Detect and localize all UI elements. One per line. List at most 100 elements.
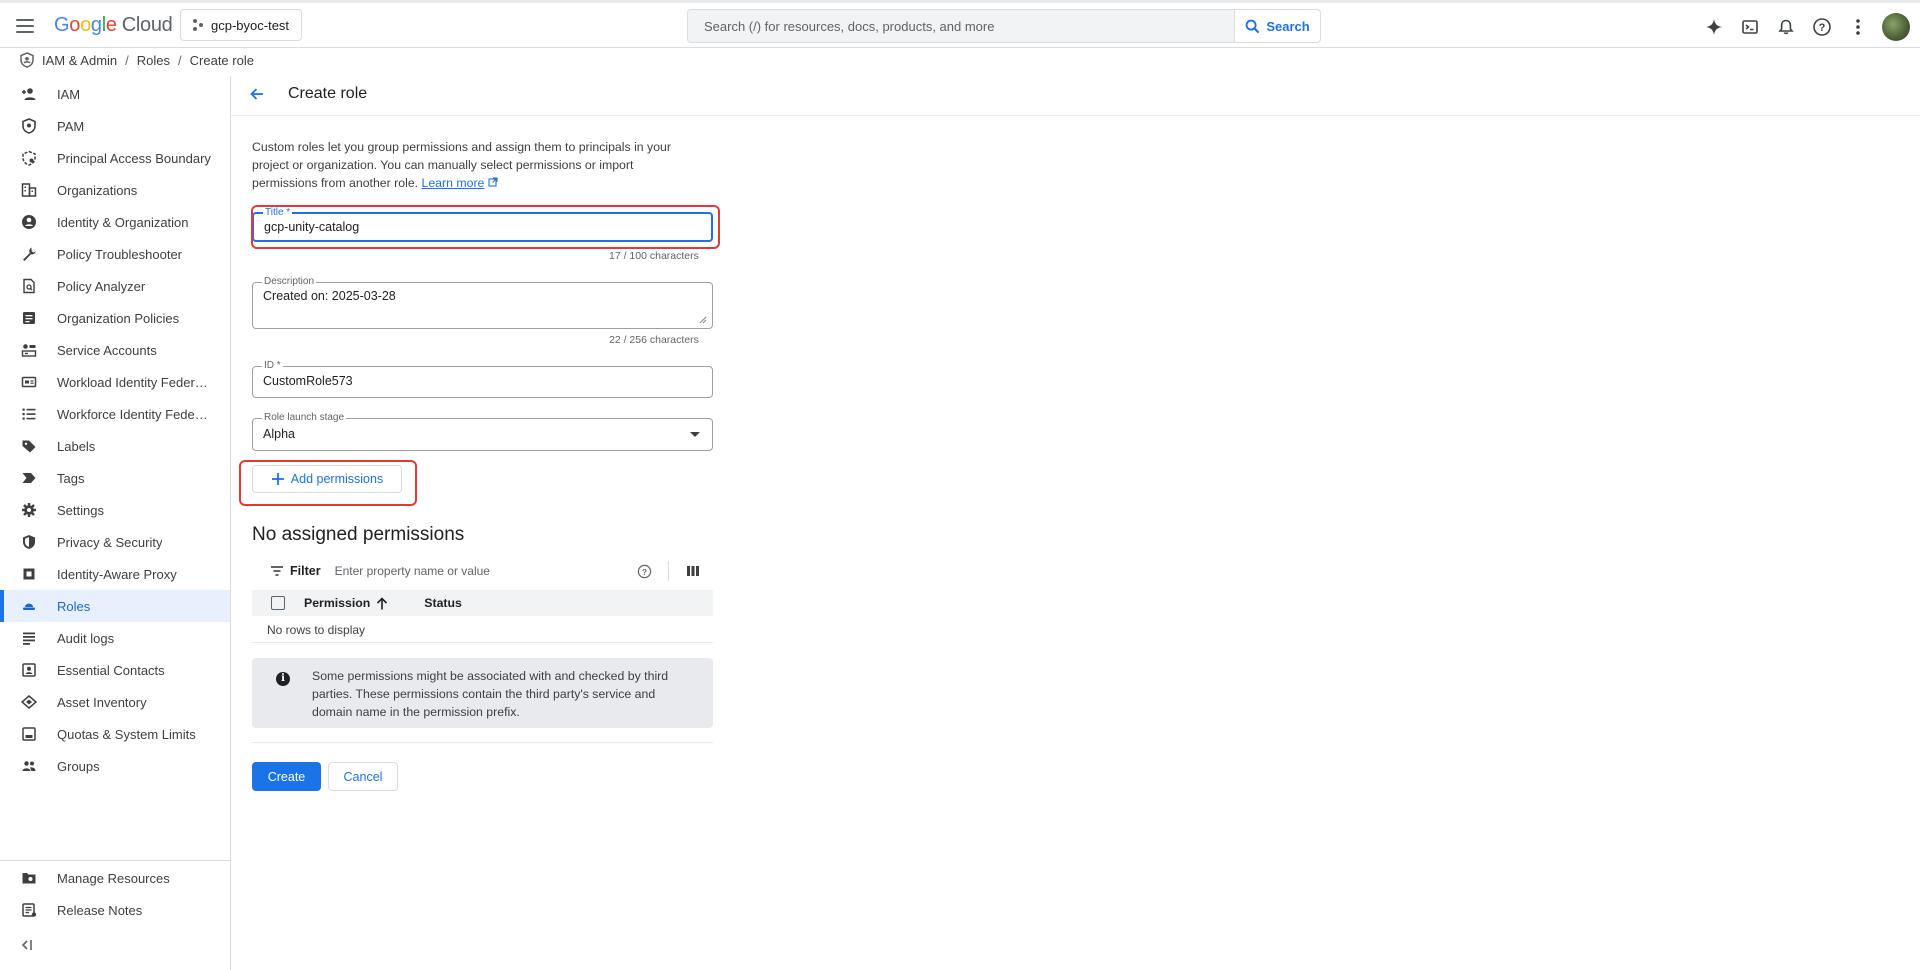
filter-help-icon[interactable]: ?: [634, 561, 654, 581]
sidebar-item-privacy-security[interactable]: Privacy & Security: [0, 526, 230, 558]
sidebar-item-service-accounts[interactable]: Service Accounts: [0, 334, 230, 366]
title-field[interactable]: Title * gcp-unity-catalog: [252, 207, 713, 242]
breadcrumb-create-role: Create role: [189, 52, 254, 68]
title-input[interactable]: gcp-unity-catalog: [264, 220, 359, 234]
id-field-label: ID *: [262, 360, 283, 372]
sidebar-item-tags[interactable]: Tags: [0, 462, 230, 494]
audit-logs-icon: [21, 630, 37, 646]
search-icon: [1245, 19, 1260, 33]
search-bar[interactable]: Search (/) for resources, docs, products…: [687, 9, 1321, 43]
search-button[interactable]: Search: [1234, 10, 1320, 42]
breadcrumb-separator: /: [125, 52, 129, 68]
description-input[interactable]: Created on: 2025-03-28: [263, 289, 396, 303]
sidebar-item-labels[interactable]: Labels: [0, 430, 230, 462]
sidebar-divider: [0, 860, 230, 861]
sidebar-item-audit-logs[interactable]: Audit logs: [0, 622, 230, 654]
google-cloud-logo[interactable]: Google Cloud: [54, 14, 173, 37]
sidebar-item-pam[interactable]: PAM: [0, 110, 230, 142]
info-icon: i: [276, 672, 290, 686]
sidebar-item-groups[interactable]: Groups: [0, 750, 230, 782]
notifications-icon[interactable]: [1768, 11, 1804, 43]
project-picker[interactable]: gcp-byoc-test: [180, 9, 303, 41]
breadcrumb-roles[interactable]: Roles: [137, 53, 170, 68]
gear-icon: [21, 502, 37, 518]
more-options-icon[interactable]: [1840, 11, 1876, 43]
cancel-button[interactable]: Cancel: [328, 762, 398, 791]
document-search-icon: [21, 278, 37, 294]
back-button[interactable]: [245, 82, 269, 106]
breadcrumb-iam-admin[interactable]: IAM & Admin: [42, 53, 117, 68]
page-title: Create role: [288, 85, 368, 102]
permission-column-header[interactable]: Permission: [304, 596, 388, 610]
help-icon[interactable]: ?: [1804, 11, 1840, 43]
cloud-shell-icon[interactable]: [1732, 11, 1768, 43]
sidebar-item-manage-resources[interactable]: Manage Resources: [0, 862, 230, 894]
sidebar-item-identity-aware-proxy[interactable]: Identity-Aware Proxy: [0, 558, 230, 590]
filter-icon: [271, 566, 283, 576]
id-input[interactable]: CustomRole573: [263, 374, 353, 388]
roles-icon: [21, 598, 37, 614]
avatar[interactable]: [1882, 13, 1910, 41]
groups-icon: [21, 758, 37, 774]
description-char-counter: 22 / 256 characters: [609, 334, 699, 346]
sidebar-item-principal-access-boundary[interactable]: Principal Access Boundary: [0, 142, 230, 174]
info-text: Some permissions might be associated wit…: [312, 669, 669, 719]
dropdown-arrow-icon: [690, 432, 700, 437]
search-input[interactable]: Search (/) for resources, docs, products…: [688, 19, 1234, 34]
contacts-icon: [21, 662, 37, 678]
plus-icon: [271, 473, 284, 485]
filter-label: Filter: [270, 564, 321, 578]
launch-stage-select[interactable]: Role launch stage Alpha: [252, 412, 713, 451]
sidebar-item-asset-inventory[interactable]: Asset Inventory: [0, 686, 230, 718]
organization-icon: [21, 182, 37, 198]
create-button[interactable]: Create: [252, 762, 321, 791]
breadcrumb: IAM & Admin / Roles / Create role: [20, 51, 254, 69]
sidebar-item-policy-analyzer[interactable]: Policy Analyzer: [0, 270, 230, 302]
column-display-icon[interactable]: [683, 561, 703, 581]
description-field[interactable]: Description Created on: 2025-03-28: [252, 276, 713, 329]
sidebar-item-settings[interactable]: Settings: [0, 494, 230, 526]
svg-text:?: ?: [641, 566, 646, 576]
intro-text: Custom roles let you group permissions a…: [252, 140, 671, 190]
select-all-checkbox[interactable]: [271, 596, 285, 610]
top-actions: ?: [1696, 11, 1920, 43]
form-divider: [252, 742, 713, 743]
proxy-icon: [21, 566, 37, 582]
title-field-label: Title *: [263, 207, 293, 219]
project-icon: [193, 19, 203, 31]
main-menu-icon[interactable]: [14, 15, 36, 37]
sidebar-item-policy-troubleshooter[interactable]: Policy Troubleshooter: [0, 238, 230, 270]
shield-icon: [21, 118, 37, 134]
tag-icon: [21, 470, 37, 486]
collapse-sidebar-icon[interactable]: [20, 938, 40, 958]
title-char-counter: 17 / 100 characters: [609, 250, 699, 262]
sidebar-item-release-notes[interactable]: Release Notes: [0, 894, 230, 926]
gemini-icon[interactable]: [1696, 11, 1732, 43]
sidebar-item-essential-contacts[interactable]: Essential Contacts: [0, 654, 230, 686]
description-field-label: Description: [262, 276, 317, 288]
policy-icon: [21, 310, 37, 326]
id-field[interactable]: ID * CustomRole573: [252, 360, 713, 398]
inventory-icon: [21, 694, 37, 710]
sidebar-item-organization-policies[interactable]: Organization Policies: [0, 302, 230, 334]
sidebar-item-workforce-identity-federation[interactable]: Workforce Identity Federa...: [0, 398, 230, 430]
learn-more-link[interactable]: Learn more: [422, 176, 485, 190]
table-divider: [252, 642, 713, 643]
sidebar-item-roles[interactable]: Roles: [0, 590, 230, 622]
add-permissions-button[interactable]: Add permissions: [252, 465, 402, 493]
filter-input[interactable]: Enter property name or value: [335, 564, 634, 578]
filter-bar: Filter Enter property name or value ?: [252, 556, 713, 586]
arrow-back-icon: [250, 88, 263, 100]
sidebar-item-workload-identity-federation[interactable]: Workload Identity Federat...: [0, 366, 230, 398]
resize-handle-icon[interactable]: [699, 316, 707, 324]
status-column-header[interactable]: Status: [424, 596, 462, 610]
list-icon: [21, 406, 37, 422]
external-link-icon[interactable]: [488, 177, 498, 187]
third-party-info-box: i Some permissions might be associated w…: [252, 658, 713, 728]
sidebar-item-organizations[interactable]: Organizations: [0, 174, 230, 206]
permissions-table-header: Permission Status: [252, 590, 713, 616]
sidebar-item-iam[interactable]: IAM: [0, 78, 230, 110]
permissions-heading: No assigned permissions: [252, 524, 465, 545]
sidebar-item-quotas-system-limits[interactable]: Quotas & System Limits: [0, 718, 230, 750]
sidebar-item-identity-organization[interactable]: Identity & Organization: [0, 206, 230, 238]
